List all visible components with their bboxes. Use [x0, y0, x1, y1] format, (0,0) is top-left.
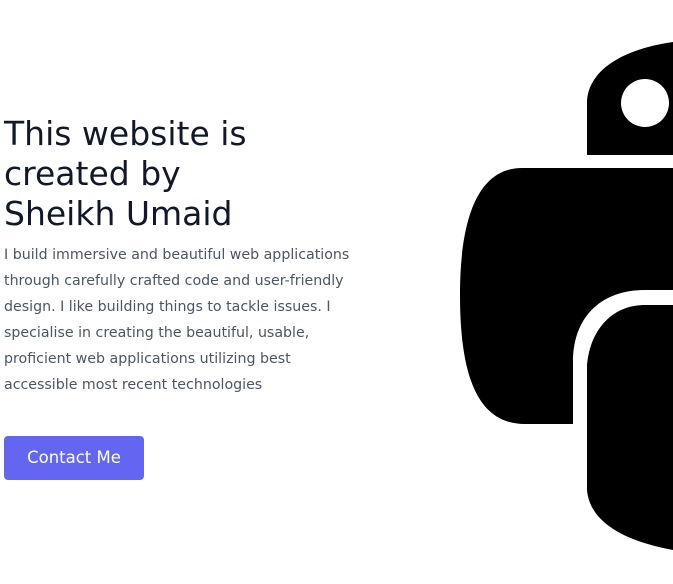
python-lower-body	[587, 305, 673, 550]
hero-description: I build immersive and beautiful web appl…	[4, 242, 354, 398]
hero-title-line: Sheikh Umaid	[4, 194, 233, 233]
hero-description-line: proficient web applications utilizing be…	[4, 351, 291, 367]
hero-description-line: through carefully crafted code and user-…	[4, 273, 344, 289]
hero-description-line: design. I like building things to tackle…	[4, 299, 331, 315]
hero-description-line: I build immersive and beautiful web appl…	[4, 247, 350, 263]
hero-text-block: This website is created by Sheikh Umaid …	[4, 114, 364, 398]
python-eye	[621, 79, 669, 127]
hero-title: This website is created by Sheikh Umaid	[4, 114, 304, 234]
contact-me-button[interactable]: Contact Me	[4, 436, 144, 480]
hero-description-line: specialise in creating the beautiful, us…	[4, 325, 310, 341]
hero-title-line: created by	[4, 154, 181, 193]
python-logo-icon	[460, 42, 673, 550]
hero-description-line: accessible most recent technologies	[4, 377, 263, 393]
hero-title-line: This website is	[4, 114, 247, 153]
